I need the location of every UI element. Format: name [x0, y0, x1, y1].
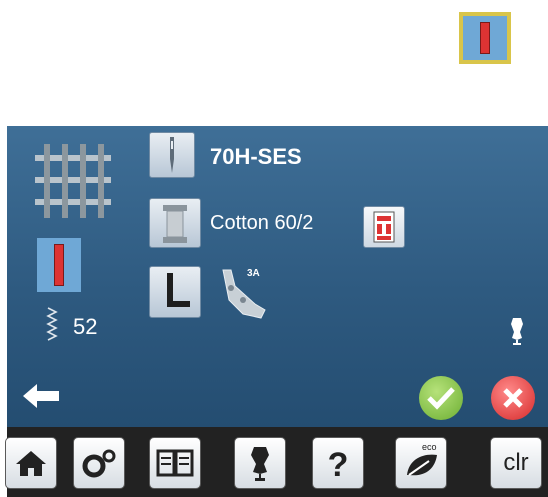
- buttonhole-settings-icon: [373, 211, 395, 243]
- home-button[interactable]: [5, 437, 57, 489]
- dressform-icon: [251, 447, 269, 481]
- presser-foot-button[interactable]: [149, 266, 201, 318]
- setup-button[interactable]: [73, 437, 125, 489]
- checkmark-icon: [427, 387, 455, 410]
- cancel-button[interactable]: [491, 376, 535, 420]
- thread-type-label: Cotton 60/2: [210, 212, 314, 234]
- selected-stitch-thumbnail[interactable]: [459, 12, 511, 64]
- svg-text:?: ?: [328, 446, 349, 483]
- thread-button[interactable]: [149, 198, 201, 248]
- buttonhole-stitch-icon: [463, 16, 507, 60]
- dressform-icon: [511, 318, 523, 345]
- sewing-consultant-button[interactable]: [234, 437, 286, 489]
- confirm-button[interactable]: [419, 376, 463, 420]
- stitch-length-icon: [46, 307, 58, 341]
- stitch-length-value: 52: [73, 314, 98, 339]
- presser-foot-icon: [167, 273, 190, 307]
- sewing-info-panel: 52 70H-SES Cotton 60/2 3A: [7, 126, 548, 427]
- help-button[interactable]: ?: [312, 437, 364, 489]
- book-icon: [156, 449, 194, 477]
- fabric-weave-icon: [35, 144, 111, 218]
- clear-label: clr: [503, 449, 529, 476]
- back-arrow-icon[interactable]: [21, 382, 61, 410]
- buttonhole-settings-button[interactable]: [363, 206, 405, 248]
- eco-button[interactable]: eco: [395, 437, 447, 489]
- needle-button[interactable]: [149, 132, 195, 178]
- tutorial-button[interactable]: [149, 437, 201, 489]
- bottom-toolbar: ? eco clr: [5, 427, 548, 497]
- home-icon: [16, 451, 46, 476]
- needle-type-label: 70H-SES: [210, 144, 302, 169]
- presser-foot-3a-icon: [222, 269, 266, 319]
- clear-button[interactable]: clr: [490, 437, 542, 489]
- needle-icon: [170, 137, 174, 173]
- close-icon: [503, 388, 523, 408]
- presser-foot-number: 3A: [247, 268, 260, 279]
- help-icon: ?: [328, 446, 349, 483]
- eco-label: eco: [422, 442, 437, 452]
- stitch-preview-icon[interactable]: [37, 238, 81, 292]
- gear-icon: [82, 449, 116, 478]
- thread-spool-icon: [163, 205, 187, 243]
